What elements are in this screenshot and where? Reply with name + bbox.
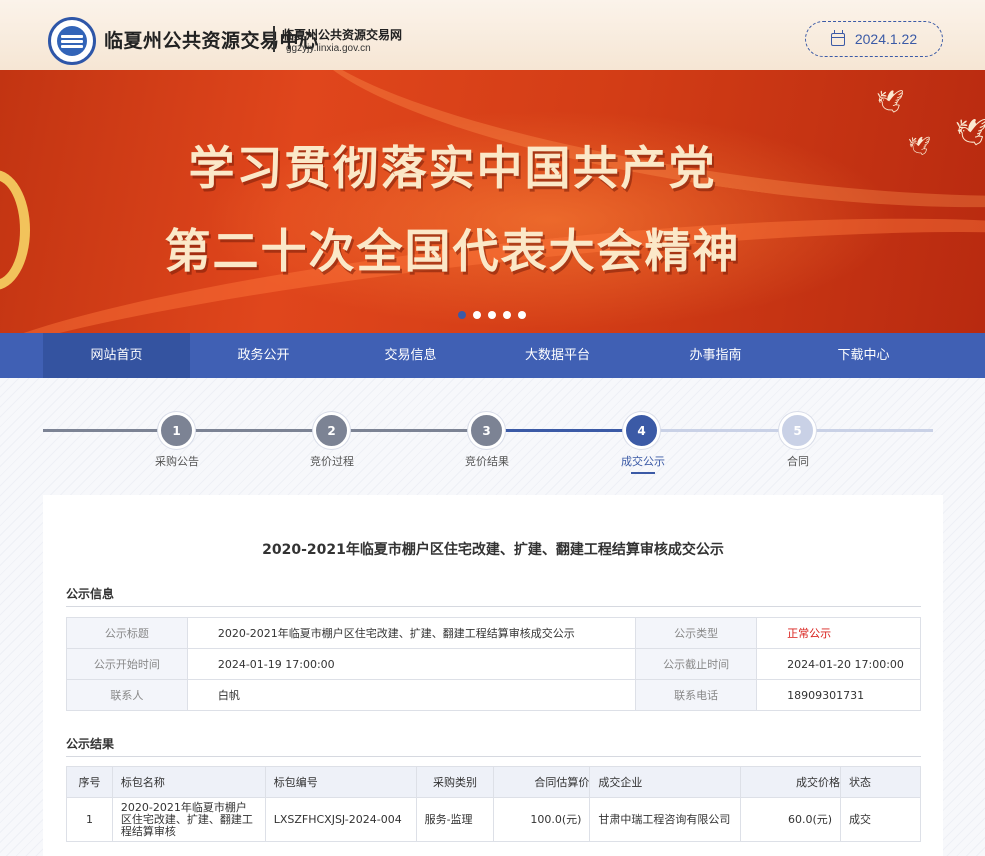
notice-type-value: 正常公示 xyxy=(756,617,921,649)
notice-title-value: 2020-2021年临夏市棚户区住宅改建、扩建、翻建工程结算审核成交公示 xyxy=(186,617,637,649)
carousel-dot[interactable] xyxy=(473,311,481,319)
date-text: 2024.1.22 xyxy=(854,31,918,47)
column-header: 状态 xyxy=(840,766,921,798)
step-1-label[interactable]: 采购公告 xyxy=(127,453,227,469)
package-name: 2020-2021年临夏市棚户区住宅改建、扩建、翻建工程结算审核 xyxy=(111,797,266,842)
banner-headline-2: 第二十次全国代表大会精神 xyxy=(164,224,741,278)
info-label: 联系人 xyxy=(66,679,188,711)
page-title: 2020-2021年临夏市棚户区住宅改建、扩建、翻建工程结算审核成交公示 xyxy=(262,542,724,558)
info-label: 公示类型 xyxy=(635,617,758,649)
purchase-category: 服务-监理 xyxy=(415,797,495,842)
carousel-dot[interactable] xyxy=(488,311,496,319)
step-line-active xyxy=(490,429,643,432)
info-label: 公示开始时间 xyxy=(66,648,188,680)
nav-item-download[interactable]: 下载中心 xyxy=(790,333,937,378)
main-nav: 网站首页 政务公开 交易信息 大数据平台 办事指南 下载中心 xyxy=(0,333,985,378)
step-2-circle[interactable]: 2 xyxy=(313,412,350,449)
estimate-price: 100.0(元) xyxy=(493,797,591,842)
carousel-dot[interactable] xyxy=(518,311,526,319)
table-row: 联系人 白帆 联系电话 18909301731 xyxy=(66,679,921,711)
info-label: 联系电话 xyxy=(635,679,758,711)
phone-value: 18909301731 xyxy=(756,679,921,711)
date-badge: 2024.1.22 xyxy=(805,21,943,57)
site-url: ggzyjy.linxia.gov.cn xyxy=(286,43,371,54)
column-header: 标包名称 xyxy=(111,766,266,798)
section-divider xyxy=(66,756,921,757)
notice-end-value: 2024-01-20 17:00:00 xyxy=(756,648,921,680)
column-header: 序号 xyxy=(66,766,113,798)
step-4-label[interactable]: 成交公示 xyxy=(593,453,693,469)
table-row: 1 2020-2021年临夏市棚户区住宅改建、扩建、翻建工程结算审核 LXSZF… xyxy=(66,797,921,842)
logo-divider xyxy=(273,26,275,52)
active-step-indicator xyxy=(631,472,655,474)
contact-value: 白帆 xyxy=(186,679,637,711)
deal-price: 60.0(元) xyxy=(740,797,842,842)
info-label: 公示截止时间 xyxy=(635,648,758,680)
banner-headline-1: 学习贯彻落实中国共产党 xyxy=(188,141,717,195)
column-header: 合同估算价 xyxy=(493,766,591,798)
site-logo-icon[interactable] xyxy=(48,17,96,65)
nav-item-trade-info[interactable]: 交易信息 xyxy=(337,333,484,378)
table-header-row: 序号 标包名称 标包编号 采购类别 合同估算价 成交企业 成交价格 状态 xyxy=(66,766,921,798)
result-table: 序号 标包名称 标包编号 采购类别 合同估算价 成交企业 成交价格 状态 1 2… xyxy=(66,766,921,842)
site-header: 临夏州公共资源交易中心 临夏州公共资源交易网 ggzyjy.linxia.gov… xyxy=(0,0,985,70)
step-3-circle[interactable]: 3 xyxy=(468,412,505,449)
notice-start-value: 2024-01-19 17:00:00 xyxy=(186,648,637,680)
result-title: 公示结果 xyxy=(66,737,115,751)
carousel-dot[interactable] xyxy=(503,311,511,319)
section-divider xyxy=(66,606,921,607)
nav-item-home[interactable]: 网站首页 xyxy=(43,333,190,378)
step-5-circle[interactable]: 5 xyxy=(779,412,816,449)
hero-banner[interactable]: 🕊 🕊 🕊 学习贯彻落实中国共产党 第二十次全国代表大会精神 xyxy=(0,70,985,333)
dove-icon: 🕊 xyxy=(955,118,985,148)
carousel-dots xyxy=(458,311,526,319)
step-3-label[interactable]: 竞价结果 xyxy=(437,453,537,469)
carousel-dot[interactable] xyxy=(458,311,466,319)
column-header: 标包编号 xyxy=(264,766,417,798)
dove-icon: 🕊 xyxy=(876,90,904,115)
deal-status: 成交 xyxy=(840,797,921,842)
column-header: 成交企业 xyxy=(589,766,742,798)
table-row: 公示标题 2020-2021年临夏市棚户区住宅改建、扩建、翻建工程结算审核成交公… xyxy=(66,617,921,649)
step-4-circle[interactable]: 4 xyxy=(623,412,660,449)
step-5-label[interactable]: 合同 xyxy=(748,453,848,469)
site-subtitle: 临夏州公共资源交易网 xyxy=(282,28,403,42)
row-index: 1 xyxy=(66,797,113,842)
column-header: 采购类别 xyxy=(415,766,495,798)
info-label: 公示标题 xyxy=(66,617,188,649)
table-row: 公示开始时间 2024-01-19 17:00:00 公示截止时间 2024-0… xyxy=(66,648,921,680)
winning-company: 甘肃中瑞工程咨询有限公司 xyxy=(589,797,742,842)
nav-item-guide[interactable]: 办事指南 xyxy=(642,333,789,378)
step-2-label[interactable]: 竞价过程 xyxy=(282,453,382,469)
notice-card: 2020-2021年临夏市棚户区住宅改建、扩建、翻建工程结算审核成交公示 公示信… xyxy=(43,495,943,856)
column-header: 成交价格 xyxy=(740,766,842,798)
nav-item-government[interactable]: 政务公开 xyxy=(190,333,337,378)
package-code: LXSZFHCXJSJ-2024-004 xyxy=(264,797,417,842)
notice-info-title: 公示信息 xyxy=(66,587,115,601)
nav-item-big-data[interactable]: 大数据平台 xyxy=(484,333,631,378)
notice-info-table: 公示标题 2020-2021年临夏市棚户区住宅改建、扩建、翻建工程结算审核成交公… xyxy=(66,617,921,711)
calendar-icon xyxy=(830,29,845,46)
step-1-circle[interactable]: 1 xyxy=(158,412,195,449)
